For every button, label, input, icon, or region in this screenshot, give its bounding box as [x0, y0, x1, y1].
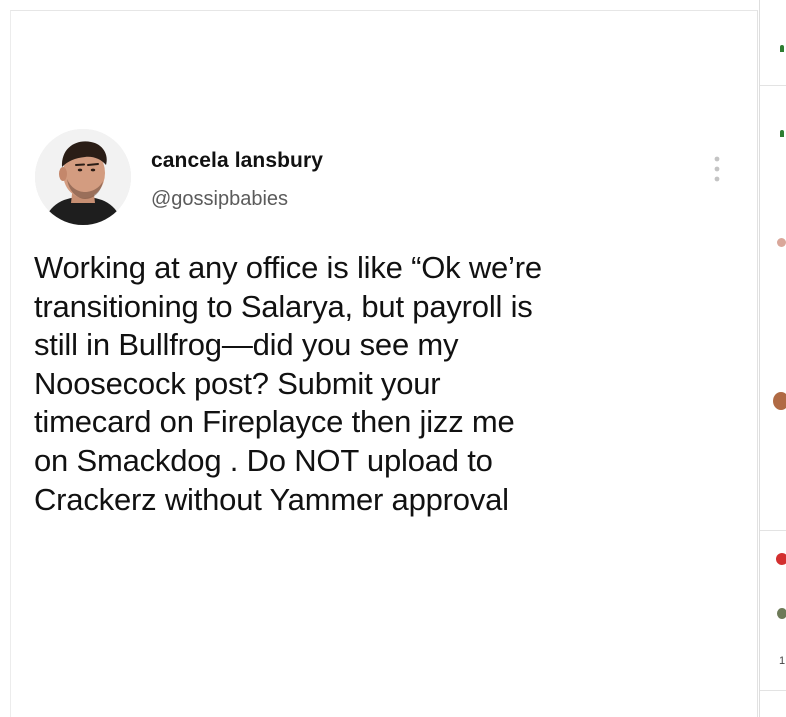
tweet-text-line: timecard on Fireplayce then jizz me: [34, 404, 515, 440]
sidebar-divider: [760, 690, 786, 691]
user-handle[interactable]: @gossipbabies: [151, 188, 288, 211]
tweet-card: cancela lansbury @gossipbabies Working a…: [10, 10, 758, 717]
tweet-text-line: Noosecock post? Submit your: [34, 365, 441, 401]
sidebar-dot-icon[interactable]: [777, 608, 786, 619]
avatar-photo-icon: [35, 129, 131, 225]
sidebar-item-icon[interactable]: [780, 45, 784, 52]
sidebar-divider: [760, 85, 786, 86]
tweet-text-line: Crackerz without Yammer approval: [34, 481, 509, 517]
screenshot-frame: cancela lansbury @gossipbabies Working a…: [0, 0, 786, 717]
sidebar-divider: [760, 530, 786, 531]
sidebar-number: 1: [779, 655, 786, 667]
tweet-text: Working at any office is like “Ok we’re …: [34, 249, 754, 519]
tweet-text-line: still in Bullfrog—did you see my: [34, 327, 459, 363]
sidebar-clipped: 1: [759, 0, 786, 717]
display-name[interactable]: cancela lansbury: [151, 149, 323, 173]
sidebar-avatar-icon[interactable]: [773, 392, 786, 410]
sidebar-item-icon[interactable]: [780, 130, 784, 137]
sidebar-dot-icon[interactable]: [776, 553, 786, 565]
more-vertical-icon[interactable]: [707, 151, 727, 187]
sidebar-avatar-icon[interactable]: [777, 238, 786, 247]
avatar[interactable]: [35, 129, 131, 225]
tweet-text-line: Working at any office is like “Ok we’re: [34, 250, 542, 285]
tweet-text-line: transitioning to Salarya, but payroll is: [34, 288, 533, 324]
tweet-text-line: on Smackdog . Do NOT upload to: [34, 442, 493, 478]
